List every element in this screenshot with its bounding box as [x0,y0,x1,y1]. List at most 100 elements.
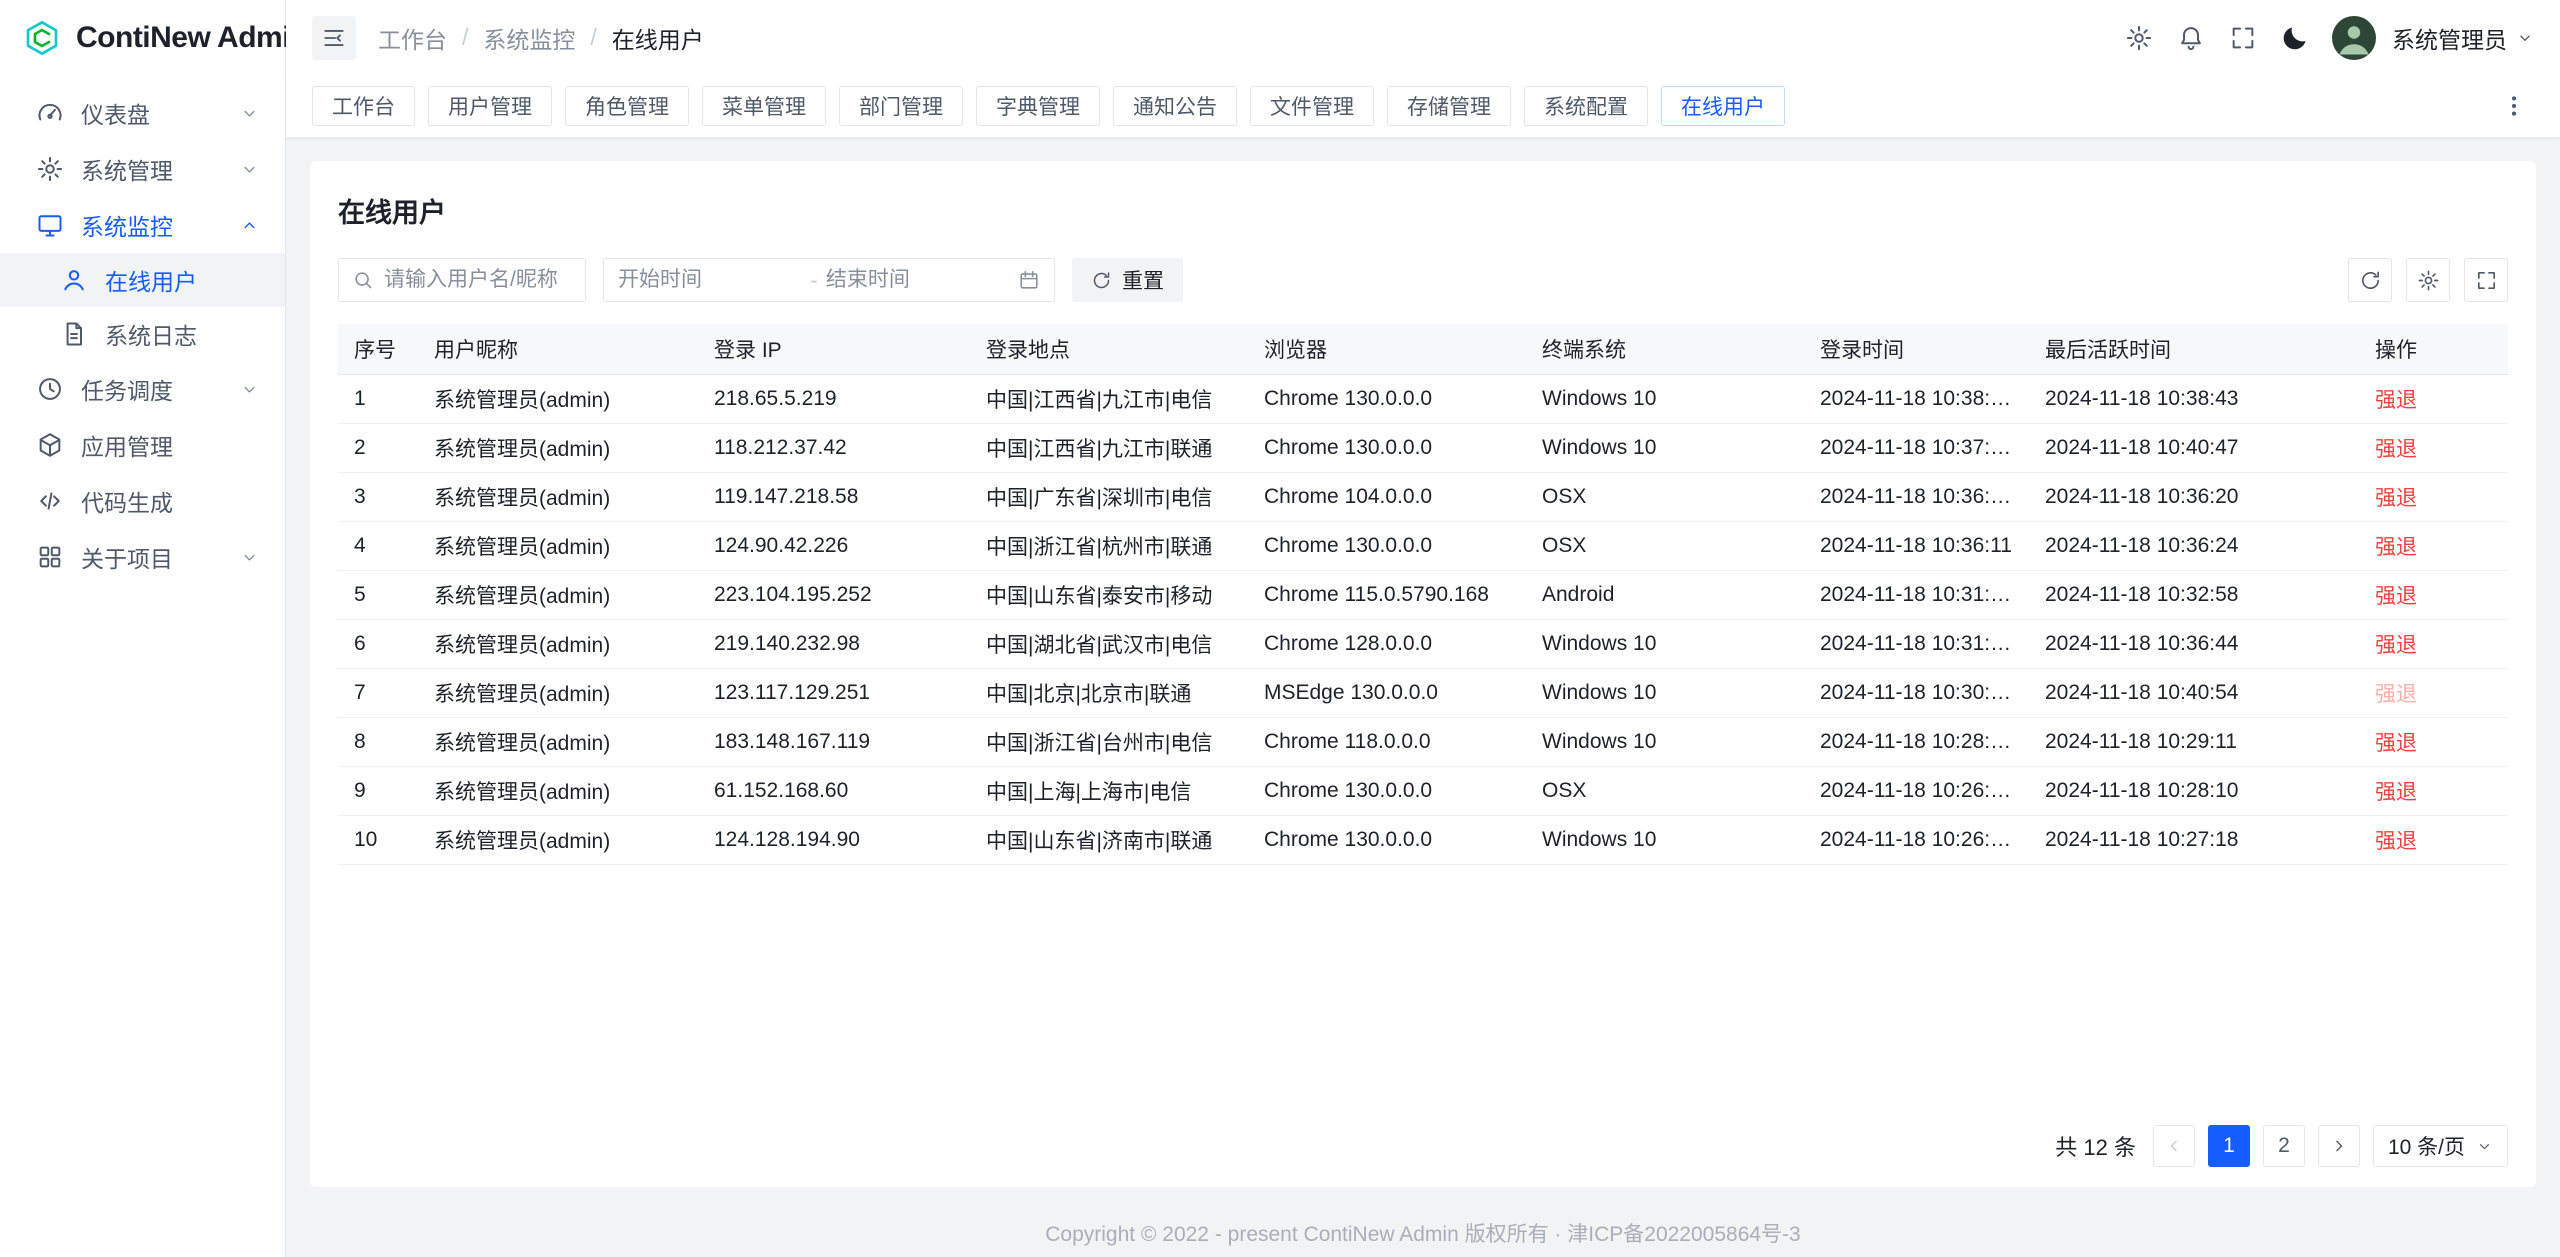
tab-storage-management[interactable]: 存储管理 [1387,86,1511,126]
cell-nickname: 系统管理员(admin) [418,374,698,423]
column-header-last_active: 最后活跃时间 [2029,324,2359,374]
search-input[interactable] [384,268,572,292]
force-logout-link[interactable]: 强退 [2375,389,2417,412]
force-logout-link[interactable]: 强退 [2375,585,2417,608]
force-logout-link[interactable]: 强退 [2375,830,2417,853]
cell-browser: MSEdge 130.0.0.0 [1248,668,1526,717]
cell-location: 中国|广东省|深圳市|电信 [970,472,1248,521]
cell-login_time: 2024-11-18 10:31:39 [1804,570,2029,619]
dark-mode-toggle[interactable] [2272,15,2318,61]
monitor-icon [36,211,64,239]
force-logout-link[interactable]: 强退 [2375,487,2417,510]
force-logout-link[interactable]: 强退 [2375,634,2417,657]
end-time-input[interactable] [826,268,1010,292]
tab-more-button[interactable] [2494,86,2534,126]
search-box[interactable] [338,258,586,302]
tab-system-config[interactable]: 系统配置 [1524,86,1648,126]
tab-file-management[interactable]: 文件管理 [1250,86,1374,126]
cell-index: 5 [338,570,418,619]
sidebar-item-system-management[interactable]: 系统管理 [0,141,285,197]
force-logout-link[interactable]: 强退 [2375,683,2417,706]
table-row: 7系统管理员(admin)123.117.129.251中国|北京|北京市|联通… [338,668,2508,717]
sidebar-item-task-schedule[interactable]: 任务调度 [0,361,285,417]
force-logout-link[interactable]: 强退 [2375,536,2417,559]
more-vertical-icon [2501,93,2527,119]
refresh-icon [1091,270,1112,291]
sidebar-item-about-project[interactable]: 关于项目 [0,529,285,585]
topbar-actions: 系统管理员 [2116,15,2534,61]
cell-browser: Chrome 128.0.0.0 [1248,619,1526,668]
breadcrumb-item[interactable]: 工作台 [378,21,447,55]
fullscreen-button[interactable] [2220,15,2266,61]
notifications-button[interactable] [2168,15,2214,61]
cell-login_time: 2024-11-18 10:38:39 [1804,374,2029,423]
tab-dict-management[interactable]: 字典管理 [976,86,1100,126]
breadcrumb-item[interactable]: 系统监控 [483,21,575,55]
cell-action: 强退 [2359,717,2508,766]
sidebar-subitem-online-user[interactable]: 在线用户 [0,253,285,307]
cell-ip: 124.128.194.90 [698,815,970,864]
sidebar-item-label: 关于项目 [81,540,173,574]
cell-browser: Chrome 130.0.0.0 [1248,374,1526,423]
force-logout-link[interactable]: 强退 [2375,438,2417,461]
sidebar-subitem-system-log[interactable]: 系统日志 [0,307,285,361]
cell-os: Windows 10 [1526,374,1804,423]
cell-last_active: 2024-11-18 10:40:47 [2029,423,2359,472]
reset-button[interactable]: 重置 [1072,258,1183,302]
table-settings-button[interactable] [2406,258,2450,302]
page-size-select[interactable]: 10 条/页 [2373,1125,2508,1167]
sidebar-item-label: 代码生成 [81,484,173,518]
cell-login_time: 2024-11-18 10:36:15 [1804,472,2029,521]
clock-icon [36,375,64,403]
date-range-picker[interactable]: - [603,258,1055,302]
force-logout-link[interactable]: 强退 [2375,781,2417,804]
breadcrumb-item[interactable]: 在线用户 [612,21,704,55]
tab-user-management[interactable]: 用户管理 [428,86,552,126]
column-header-ip: 登录 IP [698,324,970,374]
user-name: 系统管理员 [2392,21,2507,55]
expand-icon [2229,24,2257,52]
next-page-button[interactable] [2318,1125,2360,1167]
user-menu[interactable]: 系统管理员 [2392,21,2534,55]
cell-os: OSX [1526,766,1804,815]
sidebar-item-dashboard[interactable]: 仪表盘 [0,85,285,141]
cell-browser: Chrome 130.0.0.0 [1248,423,1526,472]
cell-os: Windows 10 [1526,619,1804,668]
refresh-table-button[interactable] [2348,258,2392,302]
cell-os: OSX [1526,521,1804,570]
tab-dept-management[interactable]: 部门管理 [839,86,963,126]
force-logout-link[interactable]: 强退 [2375,732,2417,755]
tab-menu-management[interactable]: 菜单管理 [702,86,826,126]
tabbar: 工作台用户管理角色管理菜单管理部门管理字典管理通知公告文件管理存储管理系统配置在… [286,75,2560,137]
table-fullscreen-button[interactable] [2464,258,2508,302]
avatar[interactable] [2332,16,2376,60]
column-header-nickname: 用户昵称 [418,324,698,374]
sidebar-item-code-generation[interactable]: 代码生成 [0,473,285,529]
cell-last_active: 2024-11-18 10:29:11 [2029,717,2359,766]
settings-button[interactable] [2116,15,2162,61]
cell-ip: 218.65.5.219 [698,374,970,423]
sidebar-subitem-label: 系统日志 [105,317,197,351]
grid-icon [36,543,64,571]
tab-workbench[interactable]: 工作台 [312,86,415,126]
collapse-sidebar-button[interactable] [312,16,356,60]
tab-online-user[interactable]: 在线用户 [1661,86,1785,126]
main-column: 工作台/系统监控/在线用户 系统管理员 工作台用户管理角色管理菜单管理部门管理字… [286,0,2560,1257]
cell-last_active: 2024-11-18 10:40:54 [2029,668,2359,717]
user-icon [60,266,88,294]
page-button-1[interactable]: 1 [2208,1125,2250,1167]
cell-index: 4 [338,521,418,570]
sidebar-item-system-monitor[interactable]: 系统监控 [0,197,285,253]
tab-notice[interactable]: 通知公告 [1113,86,1237,126]
cell-location: 中国|江西省|九江市|电信 [970,374,1248,423]
cell-last_active: 2024-11-18 10:36:44 [2029,619,2359,668]
sidebar-item-app-management[interactable]: 应用管理 [0,417,285,473]
start-time-input[interactable] [618,268,802,292]
tab-role-management[interactable]: 角色管理 [565,86,689,126]
prev-page-button[interactable] [2153,1125,2195,1167]
cell-os: Windows 10 [1526,815,1804,864]
copyright-text: Copyright © 2022 - present ContiNew Admi… [1045,1218,1800,1248]
page-button-2[interactable]: 2 [2263,1125,2305,1167]
app-logo: ContiNew Admin [0,0,285,75]
table-row: 4系统管理员(admin)124.90.42.226中国|浙江省|杭州市|联通C… [338,521,2508,570]
